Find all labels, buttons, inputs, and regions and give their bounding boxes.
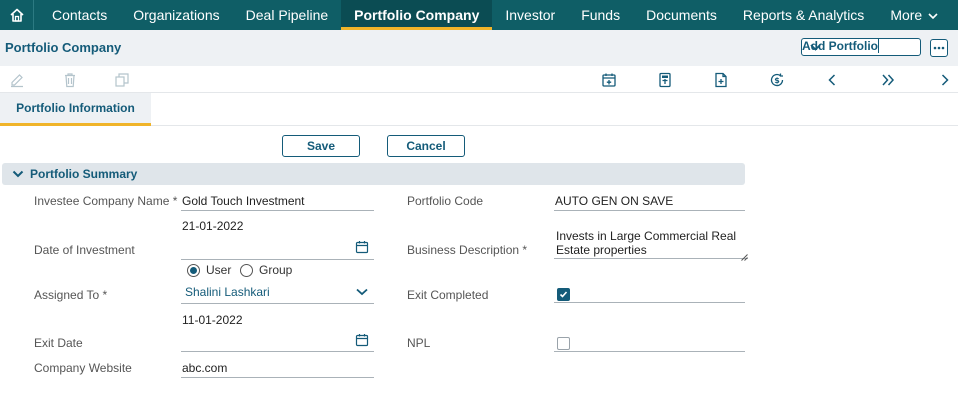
npl-label: NPL [407,336,431,350]
company-website-field[interactable]: abc.com [182,361,227,375]
chevron-left-icon[interactable] [823,71,841,89]
add-document-icon[interactable] [712,71,730,89]
date-of-investment-underline [181,259,374,260]
business-description-label: Business Description * [407,243,528,257]
svg-text:$: $ [774,76,780,85]
npl-underline [554,351,745,352]
investee-company-name-label: Investee Company Name * [34,194,178,208]
assigned-to-group-radio[interactable] [240,264,253,277]
toolbar: $ [0,66,958,93]
cancel-button[interactable]: Cancel [387,135,465,157]
add-portfolio-button[interactable]: Add Portfolio [801,38,921,56]
copy-icon[interactable] [113,71,131,89]
home-icon[interactable] [0,0,34,30]
more-options-icon[interactable] [930,39,948,57]
company-website-underline [181,377,374,378]
resize-handle-icon[interactable] [740,250,748,261]
assigned-to-label: Assigned To * [34,288,108,302]
delete-icon[interactable] [61,71,79,89]
exit-completed-underline [554,302,745,303]
chevron-down-icon [928,7,938,23]
assigned-to-underline [181,303,374,304]
nav-item-deal-pipeline[interactable]: Deal Pipeline [233,0,342,30]
save-button[interactable]: Save [282,135,360,157]
nav-more-label: More [890,7,923,23]
assigned-to-user-label: User [206,263,232,277]
nav-item-more[interactable]: More [877,0,951,30]
exit-completed-label: Exit Completed [407,288,489,302]
business-description-text: Invests in Large Commercial Real Estate … [556,229,737,257]
nav-item-funds[interactable]: Funds [568,0,633,30]
section-title: Portfolio Summary [30,167,138,181]
date-of-investment-label: Date of Investment [34,243,135,257]
calendar-icon[interactable] [354,239,370,255]
top-nav: Contacts Organizations Deal Pipeline Por… [0,0,958,30]
chevron-right-icon[interactable] [936,71,954,89]
portfolio-code-underline [554,210,745,211]
double-chevron-right-icon[interactable] [879,71,897,89]
nav-item-organizations[interactable]: Organizations [120,0,232,30]
assigned-to-select[interactable]: Shalini Lashkari [185,285,270,299]
nav-item-reports-analytics[interactable]: Reports & Analytics [730,0,877,30]
edit-icon[interactable] [8,71,26,89]
calculator-icon[interactable] [656,71,674,89]
investee-company-name-field[interactable]: Gold Touch Investment [182,194,305,208]
assigned-to-user-radio[interactable] [187,264,200,277]
chevron-down-icon[interactable] [12,170,24,178]
investee-company-name-underline [181,210,374,211]
portfolio-summary-section[interactable]: Portfolio Summary [2,163,745,185]
exit-date-underline [181,351,374,352]
nav-item-investor[interactable]: Investor [492,0,568,30]
npl-checkbox[interactable] [557,337,570,350]
checkmark-icon [559,291,568,298]
calendar-add-icon[interactable] [600,71,618,89]
portfolio-code-label: Portfolio Code [407,194,484,208]
nav-item-contacts[interactable]: Contacts [34,0,120,30]
add-portfolio-label[interactable]: Add Portfolio [802,39,879,53]
business-description-textarea[interactable]: Invests in Large Commercial Real Estate … [554,227,748,261]
nav-item-portfolio-company[interactable]: Portfolio Company [341,0,493,30]
exit-completed-checkbox[interactable] [557,288,570,301]
company-website-label: Company Website [34,361,132,375]
page-title: Portfolio Company [5,40,122,55]
date-of-investment-field[interactable]: 21-01-2022 [182,219,243,233]
currency-refresh-icon[interactable]: $ [768,71,786,89]
tab-strip: Portfolio Information [0,93,958,126]
chevron-down-icon[interactable] [354,285,370,299]
calendar-icon[interactable] [354,332,370,348]
portfolio-code-field: AUTO GEN ON SAVE [555,194,674,208]
assigned-to-group-label: Group [259,263,293,277]
nav-item-documents[interactable]: Documents [633,0,730,30]
page-header: Portfolio Company Add Portfolio [0,30,958,66]
tab-portfolio-information[interactable]: Portfolio Information [0,93,151,126]
exit-date-label: Exit Date [34,336,83,350]
exit-date-field[interactable]: 11-01-2022 [182,313,243,327]
